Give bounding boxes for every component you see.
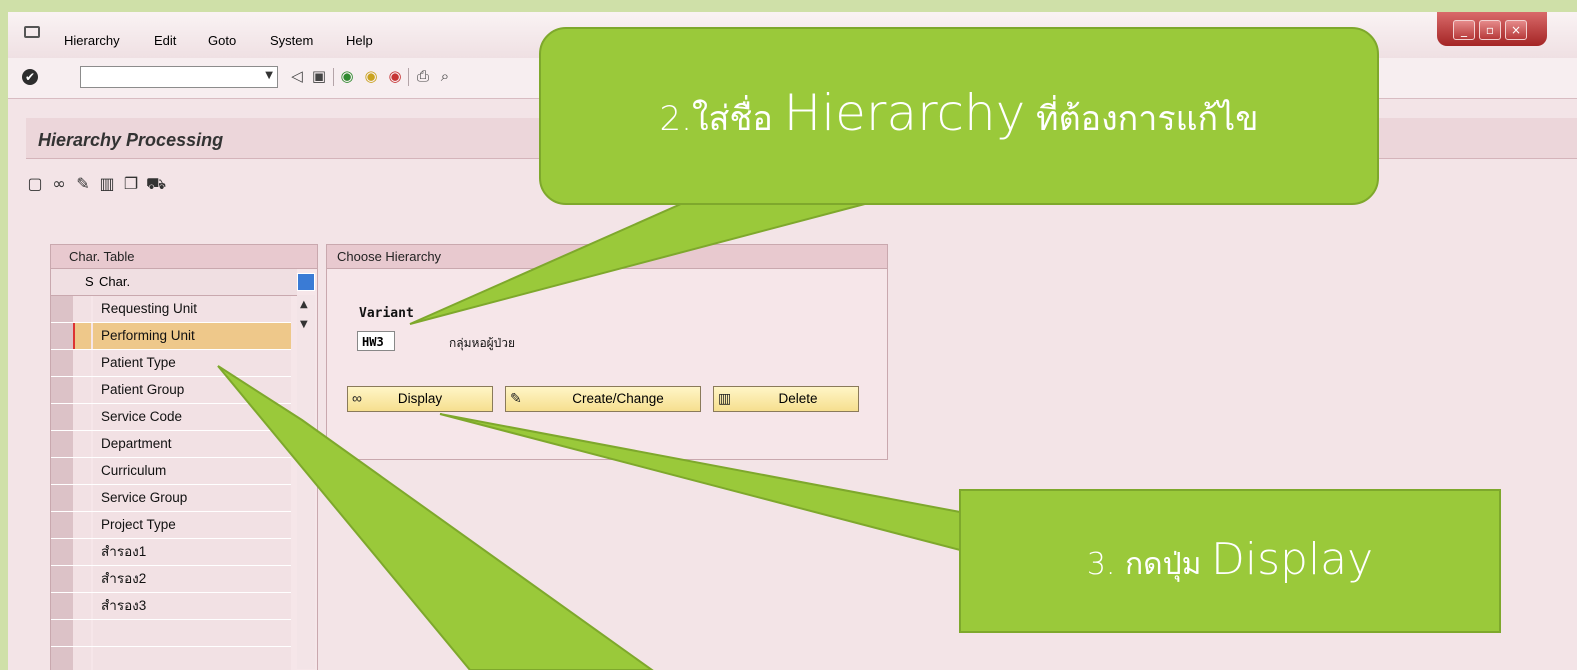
callout-2-big: Hierarchy bbox=[783, 84, 1026, 142]
callout-2-text: 2.ใส่ชื่อ Hierarchy ที่ต้องการแก้ไข bbox=[540, 84, 1378, 145]
callout-2-prefix: 2.ใส่ชื่อ bbox=[659, 99, 784, 139]
callout-2-suffix: ที่ต้องการแก้ไข bbox=[1025, 99, 1259, 139]
callout-3-pointer bbox=[439, 413, 961, 552]
callout-3-prefix: 3. กดปุ่ม bbox=[1086, 547, 1211, 582]
callout-2-pointer bbox=[409, 199, 881, 325]
callout-1-pointer bbox=[217, 365, 654, 670]
callout-3-big: Display bbox=[1210, 534, 1374, 585]
callout-3-text: 3. กดปุ่ม Display bbox=[960, 534, 1500, 588]
